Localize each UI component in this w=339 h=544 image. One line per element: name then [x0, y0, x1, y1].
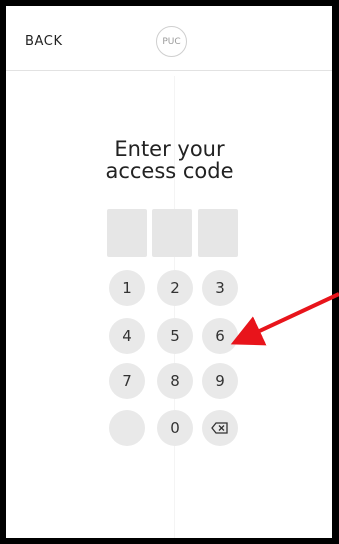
annotation-arrow: [230, 292, 339, 346]
